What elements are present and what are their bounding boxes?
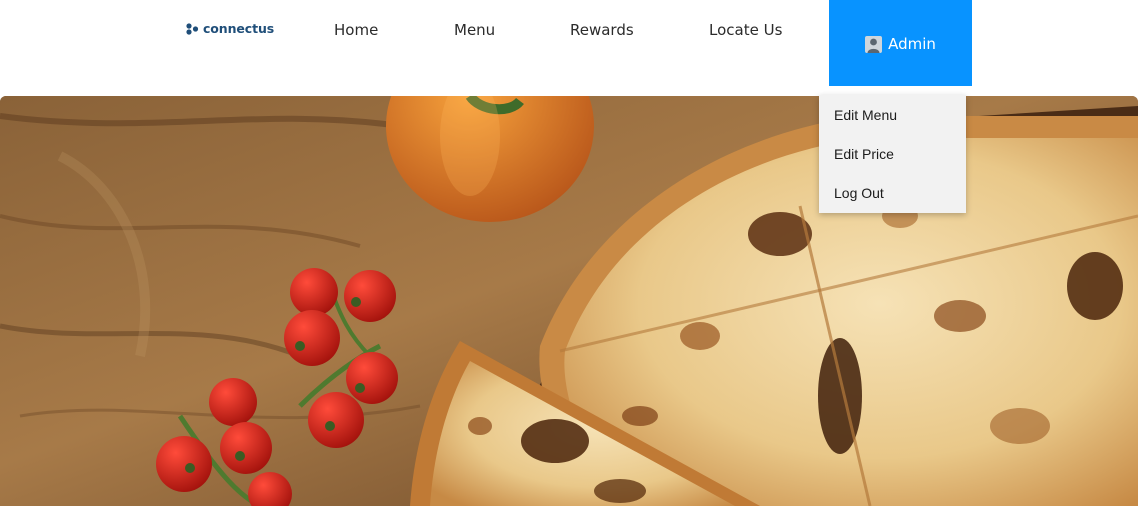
nav-home-link[interactable]: Home [334, 21, 378, 39]
admin-menu-button[interactable]: Admin [829, 0, 972, 86]
navbar: connectus Home Menu Rewards Locate Us Ad… [0, 0, 1138, 92]
nav-locate-us-link[interactable]: Locate Us [709, 21, 782, 39]
connectus-logo-icon [186, 22, 199, 35]
log-out-item[interactable]: Log Out [819, 179, 966, 218]
edit-price-item[interactable]: Edit Price [819, 140, 966, 179]
hero-image [0, 96, 1138, 506]
brand-logo[interactable]: connectus [186, 21, 274, 36]
page: connectus Home Menu Rewards Locate Us Ad… [0, 0, 1138, 506]
edit-menu-item[interactable]: Edit Menu [819, 101, 966, 140]
admin-dropdown-menu: Edit Menu Edit Price Log Out [819, 95, 966, 213]
nav-rewards-link[interactable]: Rewards [570, 21, 634, 39]
pizza-hero-illustration [0, 96, 1138, 506]
brand-name: connectus [203, 21, 275, 36]
admin-label: Admin [888, 35, 936, 53]
user-icon [865, 35, 883, 53]
nav-menu-link[interactable]: Menu [454, 21, 495, 39]
